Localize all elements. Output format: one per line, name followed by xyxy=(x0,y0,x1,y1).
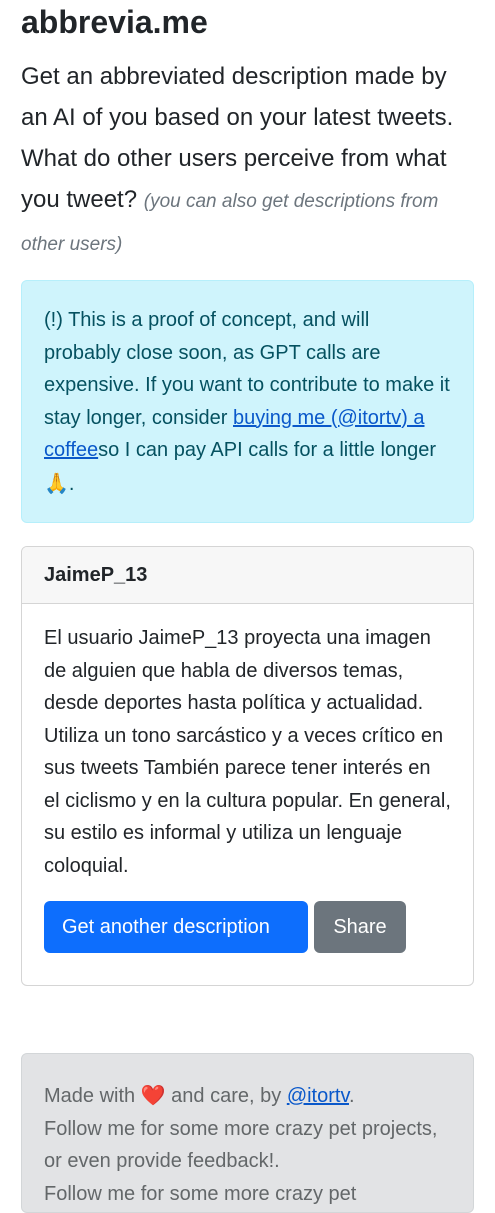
footer-line-3: Follow me for some more crazy pet xyxy=(44,1182,357,1205)
share-button[interactable]: Share xyxy=(314,901,406,953)
page-container: abbrevia.me Get an abbreviated descripti… xyxy=(21,0,474,1213)
footer-made-with: Made with xyxy=(44,1085,141,1107)
heart-icon: ❤️ xyxy=(140,1083,166,1107)
pray-icon: 🙏 xyxy=(44,470,69,495)
info-alert: (!) This is a proof of concept, and will… xyxy=(21,280,474,523)
page-lead: Get an abbreviated description made by a… xyxy=(21,56,474,265)
alert-text-end: . xyxy=(68,472,75,495)
button-row: Get another description Share xyxy=(44,901,451,953)
author-link[interactable]: @itortv xyxy=(287,1085,349,1107)
alert-text-after: so I can pay API calls for a little long… xyxy=(98,439,437,461)
get-another-description-button[interactable]: Get another description xyxy=(44,901,308,953)
footer-box: Made with ❤️ and care, by @itortv. Follo… xyxy=(21,1053,474,1213)
card-body: El usuario JaimeP_13 proyecta una imagen… xyxy=(22,604,473,953)
footer-line-1: Made with ❤️ and care, by @itortv. xyxy=(44,1079,451,1113)
footer-and-care: and care, by xyxy=(165,1085,287,1107)
footer-line-2: Follow me for some more crazy pet projec… xyxy=(44,1117,438,1173)
footer-period: . xyxy=(348,1085,355,1107)
site-title: abbrevia.me xyxy=(21,4,208,40)
card-username: JaimeP_13 xyxy=(22,547,473,604)
description-card: JaimeP_13 El usuario JaimeP_13 proyecta … xyxy=(21,546,474,986)
description-text: El usuario JaimeP_13 proyecta una imagen… xyxy=(44,627,451,877)
